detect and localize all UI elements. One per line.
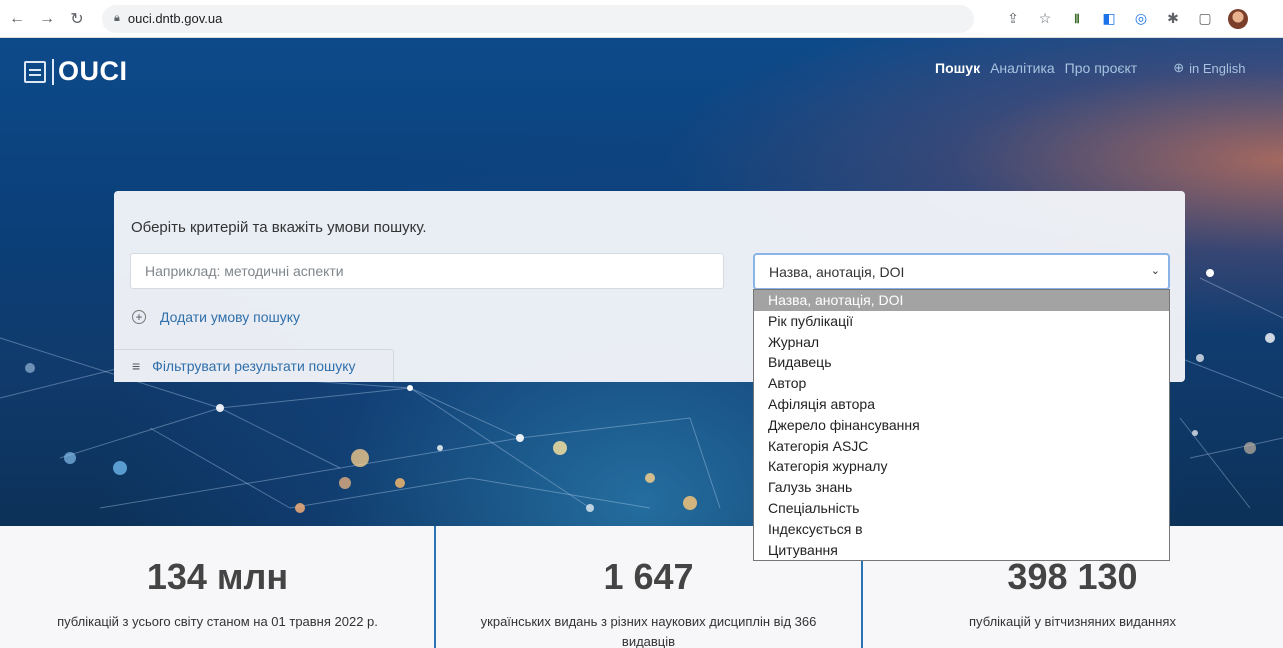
- add-condition-button[interactable]: + Додати умову пошуку: [132, 309, 300, 325]
- logo-text: OUCI: [58, 56, 128, 86]
- puzzle-icon[interactable]: ✱: [1164, 10, 1182, 28]
- option-journal[interactable]: Журнал: [754, 332, 1169, 353]
- criterion-select[interactable]: Назва, анотація, DOI ⌄: [753, 253, 1170, 290]
- plus-circle-icon: +: [132, 310, 146, 324]
- option-specialty[interactable]: Спеціальність: [754, 498, 1169, 519]
- nav-search[interactable]: Пошук: [935, 60, 980, 76]
- extension-icon[interactable]: Ⅱ: [1068, 10, 1086, 28]
- back-icon[interactable]: ←: [6, 8, 28, 30]
- option-journal-category[interactable]: Категорія журналу: [754, 456, 1169, 477]
- option-funding[interactable]: Джерело фінансування: [754, 415, 1169, 436]
- criterion-selected-value: Назва, анотація, DOI: [769, 263, 905, 280]
- nav-analytics[interactable]: Аналітика: [990, 60, 1055, 76]
- address-url: ouci.dntb.gov.ua: [127, 11, 223, 26]
- option-indexed-in[interactable]: Індексується в: [754, 519, 1169, 540]
- profile-avatar[interactable]: [1228, 8, 1248, 29]
- option-field[interactable]: Галузь знань: [754, 477, 1169, 498]
- nav-about[interactable]: Про проєкт: [1065, 60, 1138, 76]
- reload-icon[interactable]: ↻: [66, 8, 88, 30]
- chevron-down-icon: ⌄: [1150, 265, 1160, 277]
- sidebar-icon[interactable]: ▢: [1196, 10, 1214, 28]
- stat-label: публікацій з усього світу станом на 01 т…: [57, 614, 378, 629]
- filter-results-button[interactable]: ≡ Фільтрувати результати пошуку: [114, 349, 394, 382]
- main-nav: Пошук Аналітика Про проєкт ⊕ in English: [935, 60, 1245, 76]
- search-input[interactable]: [130, 253, 724, 289]
- add-condition-label: Додати умову пошуку: [160, 309, 301, 325]
- stat-number: 398 130: [1007, 556, 1138, 597]
- option-title-abstract-doi[interactable]: Назва, анотація, DOI: [754, 290, 1169, 311]
- option-affiliation[interactable]: Афіляція автора: [754, 394, 1169, 415]
- option-citations[interactable]: Цитування: [754, 540, 1169, 561]
- filter-icon: ≡: [132, 358, 141, 374]
- stat-label: українських видань з різних наукових дис…: [480, 614, 817, 648]
- address-bar[interactable]: 🔒︎ ouci.dntb.gov.ua: [102, 4, 974, 33]
- filter-results-label: Фільтрувати результати пошуку: [152, 358, 356, 374]
- lock-icon[interactable]: 🔒︎: [114, 12, 120, 25]
- stat-number: 1 647: [603, 556, 694, 597]
- browser-toolbar: ← → ↻ 🔒︎ ouci.dntb.gov.ua ⇪ ☆ Ⅱ ◧ ◎ ✱ ▢: [0, 0, 1283, 38]
- translate-icon[interactable]: ◧: [1100, 10, 1118, 28]
- star-icon[interactable]: ☆: [1036, 10, 1054, 28]
- language-label: in English: [1189, 60, 1246, 76]
- language-switch[interactable]: ⊕ in English: [1173, 60, 1245, 76]
- extension-circle-icon[interactable]: ◎: [1132, 10, 1150, 28]
- search-title: Оберіть критерій та вкажіть умови пошуку…: [131, 219, 427, 236]
- site-logo[interactable]: OUCI: [24, 56, 128, 87]
- option-asjc[interactable]: Категорія ASJC: [754, 436, 1169, 457]
- criterion-dropdown-list[interactable]: Назва, анотація, DOI Рік публікації Журн…: [753, 289, 1170, 561]
- stat-label: публікацій у вітчизняних виданнях: [969, 614, 1176, 629]
- option-publisher[interactable]: Видавець: [754, 352, 1169, 373]
- stat-publications: 134 млн публікацій з усього світу станом…: [0, 526, 435, 648]
- stat-number: 134 млн: [146, 556, 289, 597]
- forward-icon[interactable]: →: [36, 8, 58, 30]
- logo-divider: [52, 58, 54, 85]
- share-icon[interactable]: ⇪: [1004, 10, 1022, 28]
- logo-icon: [24, 60, 46, 83]
- option-year[interactable]: Рік публікації: [754, 311, 1169, 332]
- globe-icon: ⊕: [1173, 60, 1185, 75]
- option-author[interactable]: Автор: [754, 373, 1169, 394]
